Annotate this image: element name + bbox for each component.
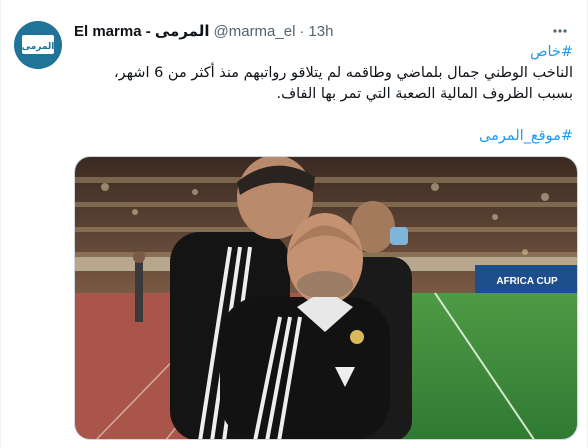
hashtag-bottom[interactable]: #موقع_المرمى [74, 126, 573, 147]
avatar-text: المرمى [22, 42, 55, 52]
more-dots-icon [553, 29, 567, 33]
avatar[interactable]: المرمى [14, 21, 62, 69]
tweet-text: #خاص الناخب الوطني جمال بلماضي وطاقمه لم… [74, 42, 573, 147]
tweet-time[interactable]: 13h [308, 22, 333, 42]
more-button[interactable] [547, 18, 573, 44]
text-spacer [74, 105, 573, 126]
separator-dot: · [299, 23, 305, 40]
tweet-text-line-1: الناخب الوطني جمال بلماضي وطاقمه لم يتلا… [113, 65, 573, 81]
avatar-logo: المرمى [14, 21, 62, 69]
tweet-card[interactable]: المرمى El marma - المرمى @marma_el · 13h… [0, 0, 588, 448]
ad-board-text: AFRICA CUP [496, 276, 558, 287]
photo-coaches-image: AFRICA CUP [75, 157, 577, 439]
display-name[interactable]: El marma - المرمى [74, 22, 210, 42]
tweet-photo[interactable]: AFRICA CUP [74, 156, 578, 440]
tweet-text-line-2: بسبب الظروف المالية الصعبة التي تمر بها … [276, 86, 573, 102]
tweet-header: El marma - المرمى @marma_el · 13h [74, 22, 333, 42]
user-handle[interactable]: @marma_el [214, 22, 296, 42]
hashtag-top[interactable]: #خاص [74, 42, 573, 63]
